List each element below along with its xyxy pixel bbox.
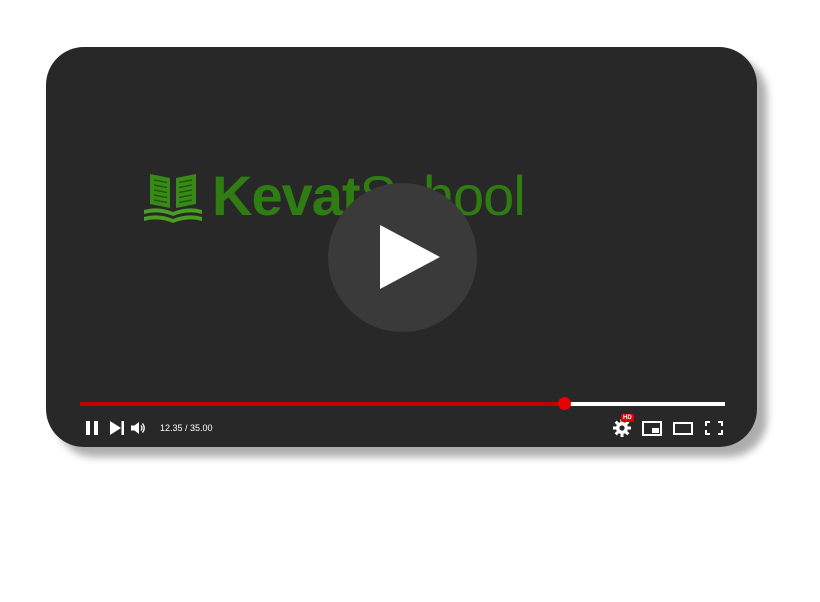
video-player[interactable]: KevatSchool — [46, 47, 757, 447]
pause-icon — [86, 421, 98, 435]
volume-icon — [131, 422, 145, 434]
channel-logo: KevatSchool — [142, 164, 526, 227]
play-button[interactable] — [328, 183, 477, 332]
theater-mode-icon — [673, 421, 693, 435]
theater-mode-button[interactable] — [672, 417, 694, 439]
logo-word-kevat: Kevat — [212, 164, 361, 227]
miniplayer-icon — [642, 420, 662, 436]
miniplayer-button[interactable] — [641, 417, 663, 439]
next-icon — [110, 421, 124, 435]
time-display: 12.35 / 35.00 — [160, 423, 213, 433]
volume-button[interactable] — [130, 417, 148, 439]
next-button[interactable] — [108, 417, 126, 439]
pause-button[interactable] — [82, 417, 102, 439]
play-icon — [380, 225, 440, 289]
fullscreen-icon — [705, 421, 723, 435]
progress-bar[interactable] — [80, 397, 725, 410]
hd-badge: HD — [621, 414, 634, 422]
progress-scrubber[interactable] — [557, 397, 571, 410]
control-bar: 12.35 / 35.00 HD — [46, 414, 757, 439]
fullscreen-button[interactable] — [703, 417, 725, 439]
progress-played — [80, 402, 564, 406]
open-book-icon — [144, 174, 202, 223]
